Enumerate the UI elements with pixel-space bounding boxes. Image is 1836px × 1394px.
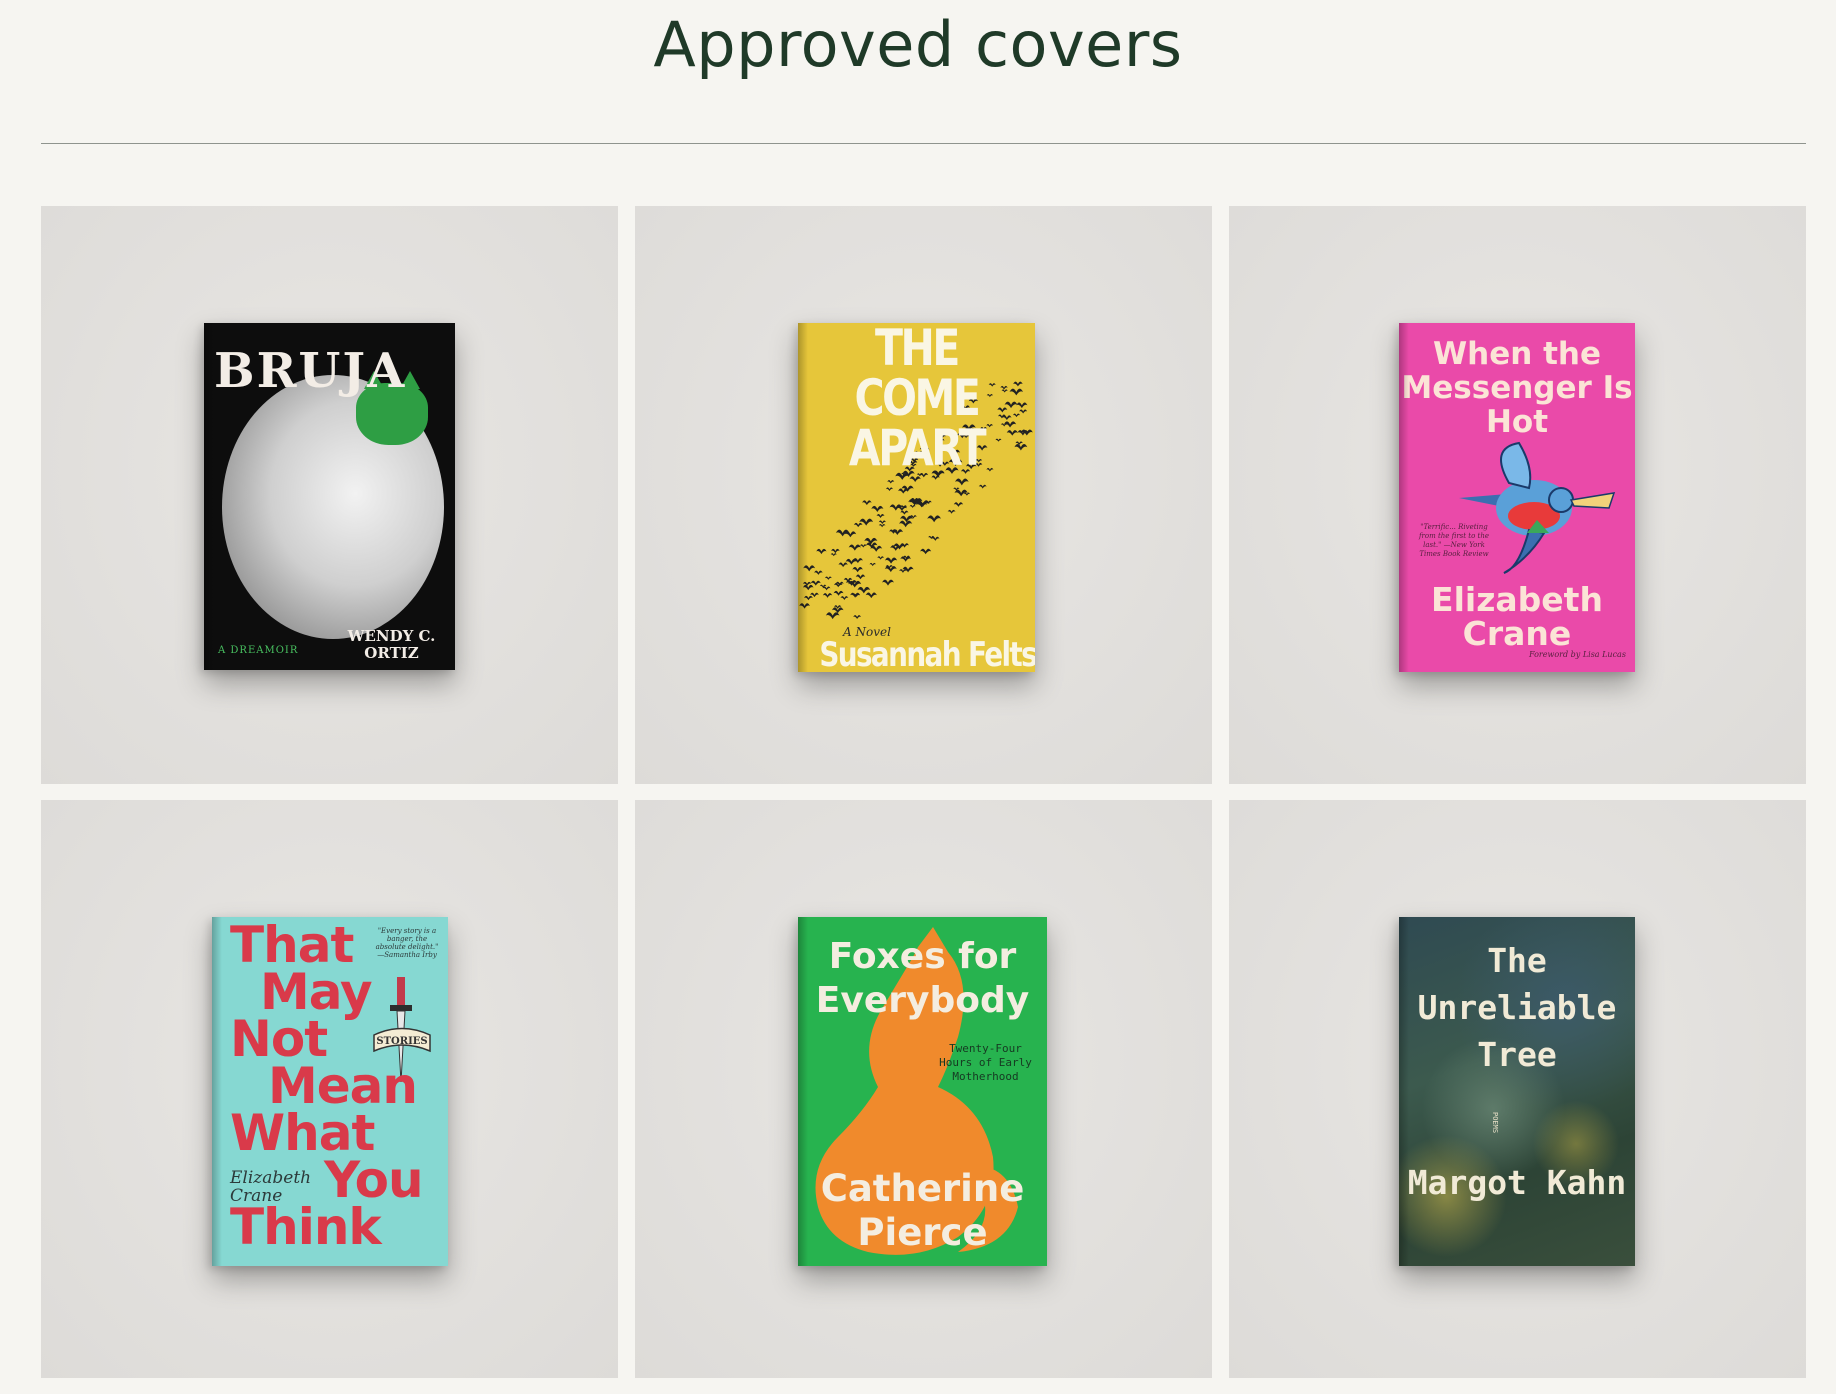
book-cover-that-may-not: That May Not Mean What You Think "Every … xyxy=(212,917,448,1266)
book-author: Elizabeth Crane xyxy=(1431,580,1603,653)
title-line: What xyxy=(230,1104,375,1162)
book-subtitle: A DREAMOIR xyxy=(218,645,299,656)
book-author: WENDY C. ORTIZ xyxy=(347,627,436,662)
book-genre: POEMS xyxy=(1491,1112,1499,1134)
divider xyxy=(41,143,1806,144)
book-title: THE COME APART xyxy=(848,323,987,477)
book-blurb: "Terrific... Riveting from the first to … xyxy=(1418,523,1490,558)
book-author: Elizabeth Crane xyxy=(230,1168,312,1206)
book-title: The Unreliable Tree xyxy=(1417,941,1617,1074)
title-line: Think xyxy=(230,1198,382,1256)
page-title: Approved covers xyxy=(653,8,1183,81)
cover-tile-foxes[interactable]: Foxes for Everybody Twenty-Four Hours of… xyxy=(635,800,1212,1378)
title-line: You xyxy=(324,1151,424,1209)
book-cover-come-apart: THE COME APART A Novel Susannah Felts xyxy=(798,323,1035,672)
book-cover-bruja: BRUJA A DREAMOIR WENDY C. ORTIZ xyxy=(204,323,455,670)
title-line: Mean xyxy=(268,1057,418,1115)
book-title: When the Messenger Is Hot xyxy=(1401,336,1633,440)
book-author: Susannah Felts xyxy=(819,635,1035,672)
title-line: Not xyxy=(230,1010,328,1068)
title-line: That xyxy=(230,917,354,974)
book-author: Margot Kahn xyxy=(1407,1163,1627,1202)
cover-tile-that-may-not[interactable]: That May Not Mean What You Think "Every … xyxy=(41,800,618,1378)
book-blurb: "Every story is a banger, the absolute d… xyxy=(375,927,439,959)
book-foreword: Foreword by Lisa Lucas xyxy=(1529,650,1626,659)
cover-tile-bruja[interactable]: BRUJA A DREAMOIR WENDY C. ORTIZ xyxy=(41,206,618,784)
cover-tile-come-apart[interactable]: THE COME APART A Novel Susannah Felts xyxy=(635,206,1212,784)
book-author: Catherine Pierce xyxy=(820,1167,1025,1254)
book-cover-unreliable-tree: The Unreliable Tree POEMS Margot Kahn xyxy=(1399,917,1635,1266)
book-cover-messenger: When the Messenger Is Hot "Terrific... R… xyxy=(1399,323,1635,672)
book-cover-foxes: Foxes for Everybody Twenty-Four Hours of… xyxy=(798,917,1047,1266)
badge-text: STORIES xyxy=(376,1036,427,1047)
book-subtitle: Twenty-Four Hours of Early Motherhood xyxy=(939,1042,1032,1083)
cover-tile-messenger[interactable]: When the Messenger Is Hot "Terrific... R… xyxy=(1229,206,1806,784)
title-line: May xyxy=(260,963,373,1021)
book-title: BRUJA xyxy=(214,343,407,399)
book-title: Foxes for Everybody xyxy=(815,936,1030,1021)
cover-tile-unreliable-tree[interactable]: The Unreliable Tree POEMS Margot Kahn xyxy=(1229,800,1806,1378)
covers-grid: BRUJA A DREAMOIR WENDY C. ORTIZ THE COME… xyxy=(41,206,1806,1378)
